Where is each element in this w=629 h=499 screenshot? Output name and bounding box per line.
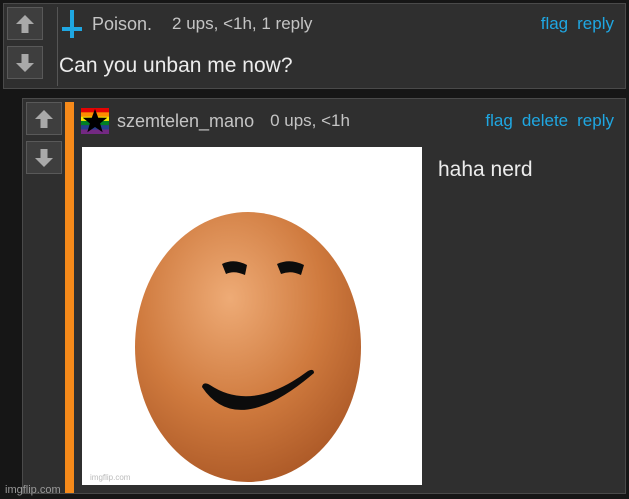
reply-thread-bar bbox=[65, 102, 74, 493]
username[interactable]: szemtelen_mano bbox=[117, 111, 254, 132]
delete-link[interactable]: delete bbox=[522, 111, 568, 131]
reply-link[interactable]: reply bbox=[577, 111, 614, 131]
flag-link[interactable]: flag bbox=[541, 14, 568, 34]
flag-link[interactable]: flag bbox=[485, 111, 512, 131]
comment-meta: 2 ups, <1h, 1 reply bbox=[172, 14, 313, 33]
arrow-down-icon bbox=[35, 148, 53, 167]
comment-poison: Poison. 2 ups, <1h, 1 reply flag reply C… bbox=[3, 3, 626, 89]
comment-text: haha nerd bbox=[438, 158, 533, 181]
arrow-up-icon bbox=[35, 109, 53, 128]
arrow-down-icon bbox=[16, 53, 34, 72]
username[interactable]: Poison. bbox=[92, 14, 152, 35]
downvote-button[interactable] bbox=[26, 141, 62, 174]
comment-actions: flag reply bbox=[532, 14, 614, 34]
rainbow-star-flag-icon bbox=[81, 108, 109, 134]
comment-image[interactable]: imgflip.com bbox=[82, 147, 422, 485]
author-row: Poison. 2 ups, <1h, 1 reply bbox=[62, 10, 312, 38]
reply-link[interactable]: reply bbox=[577, 14, 614, 34]
upvote-button[interactable] bbox=[26, 102, 62, 135]
egg-face-image bbox=[135, 212, 361, 482]
vote-divider bbox=[57, 7, 58, 86]
arrow-up-icon bbox=[16, 14, 34, 33]
comment-text: Can you unban me now? bbox=[59, 54, 293, 77]
comment-actions: flag delete reply bbox=[476, 111, 614, 131]
upvote-button[interactable] bbox=[7, 7, 43, 40]
blue-cross-icon bbox=[62, 10, 82, 38]
downvote-button[interactable] bbox=[7, 46, 43, 79]
author-row: szemtelen_mano 0 ups, <1h bbox=[81, 108, 350, 134]
comment-meta: 0 ups, <1h bbox=[270, 111, 350, 130]
site-watermark: imgflip.com bbox=[5, 484, 61, 496]
comment-szemtelen-mano: szemtelen_mano 0 ups, <1h flag delete re… bbox=[22, 98, 626, 494]
image-watermark: imgflip.com bbox=[90, 473, 131, 482]
egg-shape bbox=[135, 212, 361, 482]
